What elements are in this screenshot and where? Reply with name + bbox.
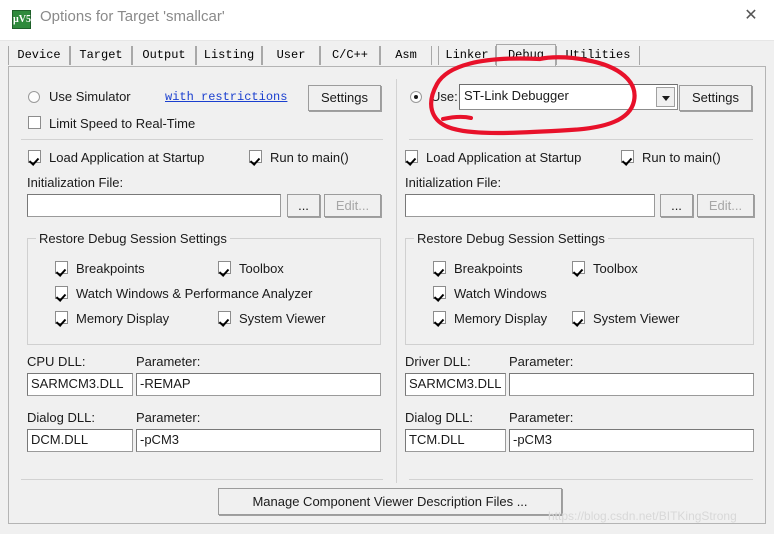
right-init-file-label: Initialization File: bbox=[405, 175, 502, 190]
cpu-parameter-label: Parameter: bbox=[136, 354, 201, 369]
manage-component-viewer-button[interactable]: Manage Component Viewer Description File… bbox=[218, 488, 562, 515]
tab-utilities[interactable]: Utilities bbox=[556, 46, 640, 65]
cpu-dll-input[interactable]: SARMCM3.DLL bbox=[27, 373, 133, 396]
left-bottom-separator bbox=[21, 479, 383, 480]
right-separator bbox=[409, 139, 753, 140]
right-init-file-input[interactable] bbox=[405, 194, 655, 217]
tab-linker[interactable]: Linker bbox=[438, 46, 496, 65]
right-restore-session-title: Restore Debug Session Settings bbox=[414, 231, 608, 246]
tab-device[interactable]: Device bbox=[8, 46, 70, 65]
right-restore-memory-display-label: Memory Display bbox=[454, 311, 548, 326]
tab-listing[interactable]: Listing bbox=[196, 46, 262, 65]
left-restore-breakpoints-label: Breakpoints bbox=[76, 261, 145, 276]
window-title: Options for Target 'smallcar' bbox=[40, 8, 225, 25]
left-dialog-parameter-input[interactable]: -pCM3 bbox=[136, 429, 381, 452]
debug-tab-panel: Use Simulator with restrictions Settings… bbox=[8, 66, 766, 524]
driver-dll-label: Driver DLL: bbox=[405, 354, 471, 369]
right-restore-toolbox-label: Toolbox bbox=[593, 261, 638, 276]
left-load-application-checkbox[interactable] bbox=[28, 150, 41, 163]
left-dialog-parameter-label: Parameter: bbox=[136, 410, 201, 425]
chevron-down-icon[interactable] bbox=[656, 87, 675, 107]
close-icon[interactable]: ✕ bbox=[728, 0, 774, 32]
left-run-to-main-checkbox[interactable] bbox=[249, 150, 262, 163]
title-bar: µV5 Options for Target 'smallcar' ✕ bbox=[0, 0, 774, 41]
tab-output[interactable]: Output bbox=[132, 46, 196, 65]
right-edit-button: Edit... bbox=[697, 194, 754, 217]
right-restore-system-viewer-checkbox[interactable] bbox=[572, 311, 585, 324]
left-restore-memory-display-checkbox[interactable] bbox=[55, 311, 68, 324]
options-for-target-dialog: µV5 Options for Target 'smallcar' ✕ Devi… bbox=[0, 0, 774, 534]
left-separator bbox=[21, 139, 383, 140]
left-restore-breakpoints-checkbox[interactable] bbox=[55, 261, 68, 274]
right-dialog-dll-input[interactable]: TCM.DLL bbox=[405, 429, 506, 452]
use-debugger-radio[interactable] bbox=[410, 91, 422, 103]
right-run-to-main-label: Run to main() bbox=[642, 150, 721, 165]
cpu-parameter-input[interactable]: -REMAP bbox=[136, 373, 381, 396]
use-debugger-label: Use: bbox=[431, 89, 458, 104]
debugger-dropdown-value: ST-Link Debugger bbox=[464, 88, 569, 103]
limit-speed-label: Limit Speed to Real-Time bbox=[49, 116, 196, 131]
tab-user[interactable]: User bbox=[262, 46, 320, 65]
uvision-logo-icon: µV5 bbox=[12, 10, 31, 29]
driver-dll-input[interactable]: SARMCM3.DLL bbox=[405, 373, 506, 396]
left-init-file-label: Initialization File: bbox=[27, 175, 124, 190]
debugger-dropdown[interactable]: ST-Link Debugger bbox=[459, 84, 678, 110]
watermark-text: https://blog.csdn.net/BITKingStrong bbox=[548, 509, 737, 523]
left-run-to-main-label: Run to main() bbox=[270, 150, 349, 165]
cpu-dll-label: CPU DLL: bbox=[27, 354, 86, 369]
use-simulator-label: Use Simulator bbox=[49, 89, 131, 104]
right-restore-watch-windows-checkbox[interactable] bbox=[433, 286, 446, 299]
right-restore-breakpoints-checkbox[interactable] bbox=[433, 261, 446, 274]
left-restore-toolbox-checkbox[interactable] bbox=[218, 261, 231, 274]
right-restore-system-viewer-label: System Viewer bbox=[593, 311, 680, 326]
simulator-settings-button[interactable]: Settings bbox=[308, 85, 381, 111]
right-restore-toolbox-checkbox[interactable] bbox=[572, 261, 585, 274]
right-dialog-parameter-label: Parameter: bbox=[509, 410, 574, 425]
tab-strip: Device Target Output Listing User C/C++ Asm Lin… bbox=[0, 44, 774, 66]
with-restrictions-link[interactable]: with restrictions bbox=[165, 90, 287, 104]
right-browse-button[interactable]: ... bbox=[660, 194, 693, 217]
left-restore-session-title: Restore Debug Session Settings bbox=[36, 231, 230, 246]
left-edit-button: Edit... bbox=[324, 194, 381, 217]
left-restore-watch-windows-label: Watch Windows & Performance Analyzer bbox=[76, 286, 313, 301]
driver-parameter-label: Parameter: bbox=[509, 354, 574, 369]
left-restore-watch-windows-checkbox[interactable] bbox=[55, 286, 68, 299]
left-init-file-input[interactable] bbox=[27, 194, 281, 217]
limit-speed-checkbox[interactable] bbox=[28, 116, 41, 129]
right-run-to-main-checkbox[interactable] bbox=[621, 150, 634, 163]
left-restore-system-viewer-checkbox[interactable] bbox=[218, 311, 231, 324]
right-load-application-checkbox[interactable] bbox=[405, 150, 418, 163]
panel-divider bbox=[396, 79, 397, 483]
left-dialog-dll-input[interactable]: DCM.DLL bbox=[27, 429, 133, 452]
right-restore-watch-windows-label: Watch Windows bbox=[454, 286, 547, 301]
left-restore-memory-display-label: Memory Display bbox=[76, 311, 170, 326]
left-dialog-dll-label: Dialog DLL: bbox=[27, 410, 95, 425]
tab-c-c[interactable]: C/C++ bbox=[320, 46, 380, 65]
driver-parameter-input[interactable] bbox=[509, 373, 754, 396]
left-load-application-label: Load Application at Startup bbox=[49, 150, 205, 165]
debugger-settings-button[interactable]: Settings bbox=[679, 85, 752, 111]
use-simulator-radio[interactable] bbox=[28, 91, 40, 103]
left-restore-system-viewer-label: System Viewer bbox=[239, 311, 326, 326]
left-browse-button[interactable]: ... bbox=[287, 194, 320, 217]
right-restore-memory-display-checkbox[interactable] bbox=[433, 311, 446, 324]
right-bottom-separator bbox=[409, 479, 753, 480]
right-restore-breakpoints-label: Breakpoints bbox=[454, 261, 523, 276]
left-restore-toolbox-label: Toolbox bbox=[239, 261, 284, 276]
tab-asm[interactable]: Asm bbox=[380, 46, 432, 65]
tab-target[interactable]: Target bbox=[70, 46, 132, 65]
right-load-application-label: Load Application at Startup bbox=[426, 150, 582, 165]
right-dialog-dll-label: Dialog DLL: bbox=[405, 410, 473, 425]
tab-debug[interactable]: Debug bbox=[496, 44, 556, 66]
right-dialog-parameter-input[interactable]: -pCM3 bbox=[509, 429, 754, 452]
